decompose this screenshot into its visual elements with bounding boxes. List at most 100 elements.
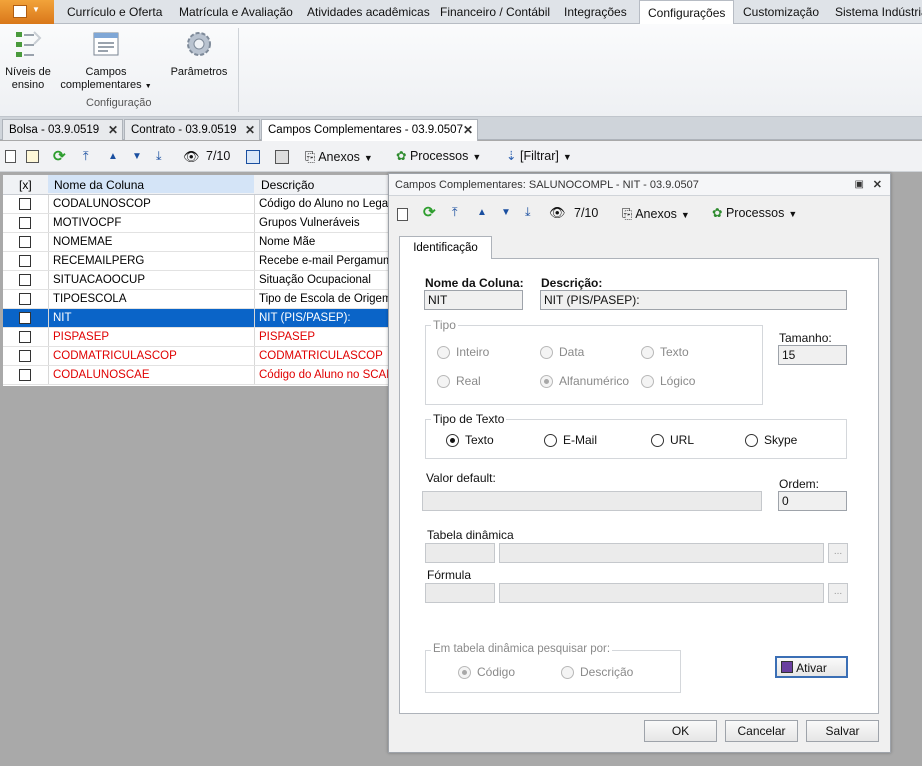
row-checkbox[interactable]	[19, 331, 31, 343]
grid-view-icon[interactable]	[246, 147, 260, 166]
cell-nome-coluna: RECEMAILPERG	[48, 252, 254, 270]
tabela-dinamica-code-field[interactable]	[425, 543, 495, 563]
valor-default-field[interactable]	[422, 491, 762, 511]
table-row[interactable]: NOMEMAE Nome Mãe	[3, 233, 389, 252]
ordem-field[interactable]: 0	[778, 491, 847, 511]
row-checkbox[interactable]	[19, 369, 31, 381]
pesquisar-descricao-radio[interactable]	[561, 666, 574, 679]
ribbon-tab-atividades[interactable]: Atividades acadêmicas	[307, 0, 430, 24]
next-record-icon[interactable]: ▼	[501, 203, 511, 222]
ok-button[interactable]: OK	[644, 720, 717, 742]
campos-complementares-button[interactable]: Campos complementares ▼	[58, 28, 154, 93]
restore-icon[interactable]: ▣	[855, 174, 864, 196]
tipo-inteiro-radio[interactable]	[437, 346, 450, 359]
table-row[interactable]: CODALUNOSCAE Código do Aluno no SCAE	[3, 366, 389, 385]
search-icon[interactable]: 👁	[549, 203, 566, 222]
table-row[interactable]: NIT NIT (PIS/PASEP):	[3, 309, 389, 328]
row-checkbox[interactable]	[19, 255, 31, 267]
tabela-dinamica-lookup-button[interactable]: ...	[828, 543, 848, 563]
record-counter: 7/10	[574, 206, 599, 220]
salvar-button[interactable]: Salvar	[806, 720, 879, 742]
niveis-ensino-button[interactable]: Níveis de ensino	[2, 28, 54, 92]
anexos-button[interactable]: ⎘ Anexos ▼	[622, 204, 690, 223]
tab-identificacao[interactable]: Identificação	[399, 236, 492, 259]
processos-button[interactable]: ✿ Processos ▼	[396, 147, 481, 166]
previous-record-icon[interactable]: ▲	[477, 203, 487, 222]
print-icon[interactable]	[275, 147, 289, 166]
ribbon-tab-matricula[interactable]: Matrícula e Avaliação	[179, 0, 293, 24]
table-row[interactable]: MOTIVOCPF Grupos Vulneráveis	[3, 214, 389, 233]
search-icon[interactable]: 👁	[183, 147, 200, 166]
next-record-icon[interactable]: ▼	[132, 147, 142, 166]
new-icon[interactable]	[5, 147, 16, 166]
ribbon-tab-customizacao[interactable]: Customização	[743, 0, 819, 24]
ribbon-tab-curriculo[interactable]: Currículo e Oferta	[67, 0, 162, 24]
edit-icon[interactable]	[26, 147, 39, 166]
table-row[interactable]: SITUACAOOCUP Situação Ocupacional	[3, 271, 389, 290]
tabela-dinamica-desc-field[interactable]	[499, 543, 824, 563]
doc-tab-bolsa[interactable]: Bolsa - 03.9.0519 ✕	[2, 119, 123, 140]
column-header-descricao[interactable]: Descrição	[255, 175, 389, 193]
texto-radio[interactable]	[446, 434, 459, 447]
tipo-texto-radio[interactable]	[641, 346, 654, 359]
descricao-field[interactable]: NIT (PIS/PASEP):	[540, 290, 847, 310]
row-checkbox[interactable]	[19, 350, 31, 362]
email-radio[interactable]	[544, 434, 557, 447]
paperclip-icon: ⎘	[305, 149, 316, 164]
refresh-icon[interactable]: ⟳	[423, 203, 436, 222]
tipo-data-radio[interactable]	[540, 346, 553, 359]
url-radio[interactable]	[651, 434, 664, 447]
table-row[interactable]: CODMATRICULASCOP CODMATRICULASCOP	[3, 347, 389, 366]
column-header-nome[interactable]: Nome da Coluna	[48, 175, 254, 193]
document-tab-bar: Bolsa - 03.9.0519 ✕ Contrato - 03.9.0519…	[0, 117, 922, 141]
table-row[interactable]: RECEMAILPERG Recebe e-mail Pergamum:	[3, 252, 389, 271]
close-icon[interactable]: ✕	[245, 120, 255, 140]
anexos-button[interactable]: ⎘ Anexos ▼	[305, 147, 373, 166]
close-icon[interactable]: ✕	[873, 174, 882, 196]
table-row[interactable]: CODALUNOSCOP Código do Aluno no Legado	[3, 195, 389, 214]
ribbon-tab-integracoes[interactable]: Integrações	[564, 0, 627, 24]
close-icon[interactable]: ✕	[108, 120, 118, 140]
filtrar-button[interactable]: ⇣ [Filtrar] ▼	[506, 147, 572, 166]
tamanho-field[interactable]: 15	[778, 345, 847, 365]
tipo-real-radio[interactable]	[437, 375, 450, 388]
row-checkbox[interactable]	[19, 293, 31, 305]
app-menu-button[interactable]: ▼	[0, 0, 54, 24]
tipo-alfanumerico-radio[interactable]	[540, 375, 553, 388]
formula-code-field[interactable]	[425, 583, 495, 603]
skype-radio[interactable]	[745, 434, 758, 447]
row-checkbox[interactable]	[19, 312, 31, 324]
new-icon[interactable]	[397, 205, 408, 224]
doc-tab-campos-complementares[interactable]: Campos Complementares - 03.9.0507 ✕	[261, 119, 478, 141]
row-checkbox[interactable]	[19, 217, 31, 229]
last-record-icon[interactable]: ⤓	[156, 147, 162, 166]
previous-record-icon[interactable]: ▲	[108, 147, 118, 166]
table-row[interactable]: PISPASEP PISPASEP	[3, 328, 389, 347]
row-checkbox[interactable]	[19, 198, 31, 210]
formula-label: Fórmula	[427, 568, 472, 582]
first-record-icon[interactable]: ⤒	[452, 203, 458, 222]
refresh-icon[interactable]: ⟳	[53, 147, 66, 166]
select-all-header[interactable]: [x]	[15, 175, 47, 193]
ativar-button[interactable]: Ativar	[775, 656, 848, 678]
close-icon[interactable]: ✕	[463, 120, 473, 140]
ribbon-tab-sistema-industria[interactable]: Sistema Indústria	[835, 0, 922, 24]
pesquisar-codigo-radio[interactable]	[458, 666, 471, 679]
nome-coluna-field[interactable]: NIT	[424, 290, 523, 310]
last-record-icon[interactable]: ⤓	[525, 203, 531, 222]
ribbon-tab-financeiro[interactable]: Financeiro / Contábil	[440, 0, 550, 24]
processos-button[interactable]: ✿ Processos ▼	[712, 204, 797, 223]
row-checkbox[interactable]	[19, 274, 31, 286]
row-checkbox[interactable]	[19, 236, 31, 248]
table-row[interactable]: TIPOESCOLA Tipo de Escola de Origem	[3, 290, 389, 309]
ribbon-tab-configuracoes[interactable]: Configurações	[639, 0, 735, 25]
first-record-icon[interactable]: ⤒	[83, 147, 89, 166]
parametros-button[interactable]: Parâmetros	[166, 28, 232, 79]
tipo-logico-radio[interactable]	[641, 375, 654, 388]
cell-descricao: Código do Aluno no SCAE	[254, 366, 389, 384]
formula-desc-field[interactable]	[499, 583, 824, 603]
gears-icon: ✿	[396, 149, 407, 163]
cancelar-button[interactable]: Cancelar	[725, 720, 798, 742]
doc-tab-contrato[interactable]: Contrato - 03.9.0519 ✕	[124, 119, 260, 140]
formula-lookup-button[interactable]: ...	[828, 583, 848, 603]
